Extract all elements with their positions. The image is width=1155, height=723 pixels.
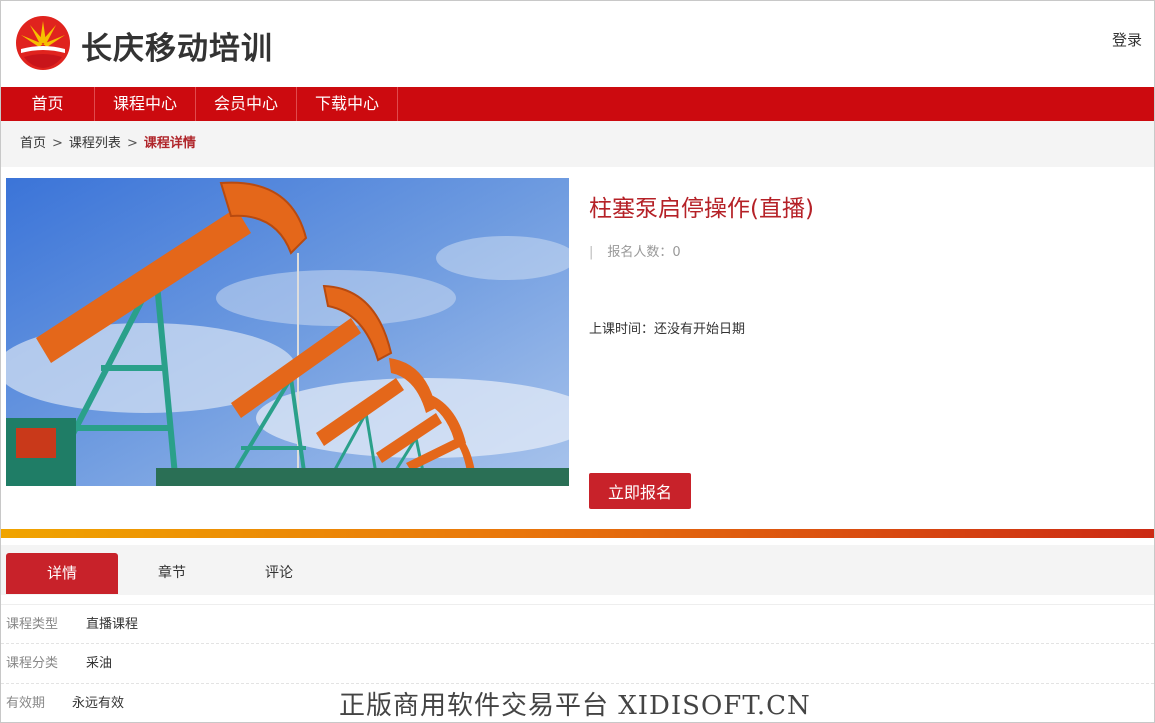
- tab-chapters[interactable]: 章节: [151, 553, 193, 594]
- breadcrumb-current: 课程详情: [143, 136, 196, 151]
- company-logo-icon: [16, 16, 70, 70]
- breadcrumb-course-list[interactable]: 课程列表: [69, 136, 121, 151]
- nav-item-members[interactable]: 会员中心: [196, 87, 297, 121]
- main-nav: 首页 课程中心 会员中心 下载中心: [1, 87, 1154, 121]
- site-title: 长庆移动培训: [81, 31, 273, 67]
- nav-item-home[interactable]: 首页: [1, 87, 95, 121]
- breadcrumb-separator: >: [126, 136, 138, 151]
- detail-value: 采油: [86, 656, 113, 671]
- detail-row-course-type: 课程类型 直播课程: [1, 604, 1154, 644]
- detail-row-category: 课程分类 采油: [1, 644, 1154, 684]
- login-link[interactable]: 登录: [1112, 29, 1142, 50]
- detail-key: 课程分类: [6, 656, 59, 671]
- tab-details[interactable]: 详情: [6, 553, 118, 594]
- enroll-count-label: 报名人数：: [607, 245, 673, 260]
- enroll-count-value: 0: [672, 245, 681, 260]
- breadcrumb: 首页 > 课程列表 > 课程详情: [1, 121, 1154, 167]
- detail-key: 有效期: [6, 696, 46, 711]
- divider-mark: |: [589, 245, 594, 260]
- enroll-count: | 报名人数：0: [589, 241, 681, 260]
- site-header: 长庆移动培训 登录: [1, 1, 1154, 87]
- course-cover-image: [6, 178, 569, 486]
- course-title: 柱塞泵启停操作(直播): [589, 196, 814, 222]
- class-time: 上课时间：还没有开始日期: [589, 318, 745, 337]
- nav-item-downloads[interactable]: 下载中心: [297, 87, 398, 121]
- enroll-now-button[interactable]: 立即报名: [589, 473, 691, 509]
- gradient-divider: [1, 529, 1154, 538]
- detail-value: 永远有效: [72, 696, 125, 711]
- tab-comments[interactable]: 评论: [258, 553, 300, 594]
- class-time-label: 上课时间：: [589, 322, 655, 337]
- detail-tabs: 详情 章节 评论: [1, 545, 1154, 595]
- breadcrumb-separator: >: [52, 136, 63, 151]
- detail-key: 课程类型: [6, 617, 59, 632]
- pumpjack-illustration: [6, 178, 569, 486]
- detail-value: 直播课程: [86, 617, 139, 632]
- watermark-text: 正版商用软件交易平台 XIDISOFT.CN: [339, 691, 811, 721]
- class-time-value: 还没有开始日期: [654, 322, 746, 337]
- breadcrumb-home[interactable]: 首页: [20, 136, 46, 151]
- nav-item-courses[interactable]: 课程中心: [95, 87, 196, 121]
